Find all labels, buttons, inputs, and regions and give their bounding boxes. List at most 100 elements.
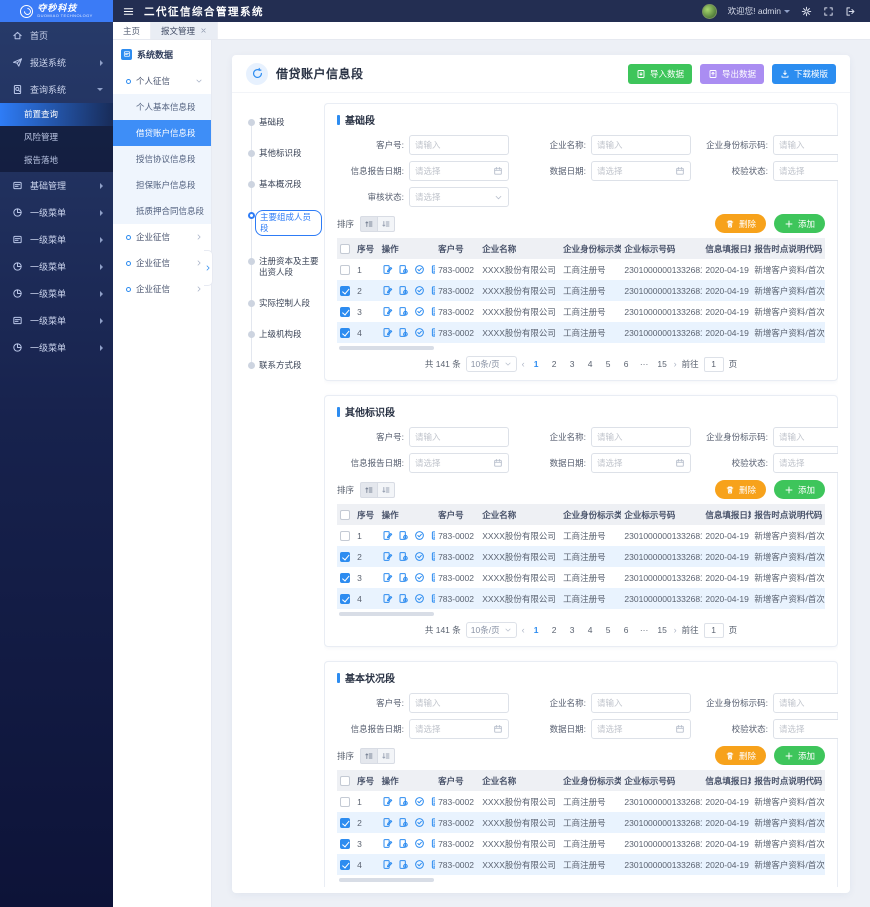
page-button-5[interactable]: 5 (602, 625, 615, 635)
view-doc-action-button[interactable] (398, 530, 409, 541)
tab-1[interactable]: 报文管理 (151, 22, 218, 39)
page-button-6[interactable]: 6 (620, 625, 633, 635)
view-doc-action-button[interactable] (398, 796, 409, 807)
hamburger-icon[interactable] (123, 6, 134, 17)
page-button-2[interactable]: 2 (548, 625, 561, 635)
edit-doc-action-button[interactable] (382, 572, 393, 583)
sort-asc-button[interactable] (360, 748, 378, 764)
page-button-15[interactable]: 15 (656, 625, 669, 635)
sidebar-subitem-2[interactable]: 报告落地 (0, 149, 113, 172)
text-input[interactable]: 请输入 (591, 427, 691, 447)
page-button-1[interactable]: 1 (530, 625, 543, 635)
anchor-item-1[interactable]: 其他标识段 (238, 148, 322, 159)
page-button-1[interactable]: 1 (530, 359, 543, 369)
page-button-5[interactable]: 5 (602, 359, 615, 369)
sidebar-item-9[interactable]: 一级菜单 (0, 334, 113, 361)
sidebar-item-3[interactable]: 基础管理 (0, 172, 113, 199)
check-circle-action-button[interactable] (414, 838, 425, 849)
page-button-3[interactable]: 3 (566, 359, 579, 369)
select-input[interactable]: 请选择 (773, 719, 838, 739)
check-circle-action-button[interactable] (414, 572, 425, 583)
sidebar-subitem-1[interactable]: 风险管理 (0, 126, 113, 149)
view-doc-action-button[interactable] (398, 572, 409, 583)
sidebar-subitem-0[interactable]: 前置查询 (0, 103, 113, 126)
check-circle-action-button[interactable] (414, 817, 425, 828)
tree-item-0[interactable]: 个人基本信息段 (113, 94, 211, 120)
check-circle-action-button[interactable] (414, 593, 425, 604)
tree-group-0[interactable]: 个人征信 (113, 68, 211, 94)
goto-page-input[interactable] (704, 623, 724, 638)
page-button-···[interactable]: ··· (638, 359, 651, 369)
row-checkbox[interactable] (340, 839, 350, 849)
text-input[interactable]: 请输入 (409, 693, 509, 713)
next-page-button[interactable]: › (674, 625, 677, 635)
record-action-button[interactable] (430, 817, 435, 828)
tree-item-1[interactable]: 借贷账户信息段 (113, 120, 211, 146)
select-input[interactable]: 请选择 (773, 161, 838, 181)
row-checkbox[interactable] (340, 307, 350, 317)
tree-item-4[interactable]: 抵质押合同信息段 (113, 198, 211, 224)
view-doc-action-button[interactable] (398, 817, 409, 828)
page-button-15[interactable]: 15 (656, 359, 669, 369)
record-action-button[interactable] (430, 859, 435, 870)
tab-0[interactable]: 主页 (113, 22, 151, 39)
date-picker[interactable]: 请选择 (409, 453, 509, 473)
logout-button[interactable] (845, 6, 856, 17)
check-circle-action-button[interactable] (414, 859, 425, 870)
date-picker[interactable]: 请选择 (591, 161, 691, 181)
anchor-item-5[interactable]: 实际控制人段 (238, 298, 322, 309)
sort-desc-button[interactable] (377, 748, 395, 764)
row-checkbox[interactable] (340, 265, 350, 275)
sidebar-item-1[interactable]: 报送系统 (0, 49, 113, 76)
page-size-select[interactable]: 10条/页 (466, 356, 517, 372)
date-picker[interactable]: 请选择 (591, 719, 691, 739)
record-action-button[interactable] (430, 796, 435, 807)
sort-desc-button[interactable] (377, 482, 395, 498)
text-input[interactable]: 请输入 (773, 693, 838, 713)
record-action-button[interactable] (430, 838, 435, 849)
view-doc-action-button[interactable] (398, 285, 409, 296)
check-circle-action-button[interactable] (414, 551, 425, 562)
check-circle-action-button[interactable] (414, 796, 425, 807)
check-circle-action-button[interactable] (414, 530, 425, 541)
view-doc-action-button[interactable] (398, 327, 409, 338)
prev-page-button[interactable]: ‹ (522, 359, 525, 369)
sidebar-item-0[interactable]: 首页 (0, 22, 113, 49)
row-checkbox[interactable] (340, 552, 350, 562)
page-button-4[interactable]: 4 (584, 625, 597, 635)
view-doc-action-button[interactable] (398, 264, 409, 275)
sidebar-item-8[interactable]: 一级菜单 (0, 307, 113, 334)
select-all-checkbox[interactable] (340, 244, 350, 254)
tree-item-2[interactable]: 授信协议信息段 (113, 146, 211, 172)
edit-doc-action-button[interactable] (382, 530, 393, 541)
anchor-item-0[interactable]: 基础段 (238, 117, 322, 128)
check-circle-action-button[interactable] (414, 306, 425, 317)
row-checkbox[interactable] (340, 573, 350, 583)
sort-asc-button[interactable] (360, 216, 378, 232)
user-avatar[interactable] (702, 4, 717, 19)
prev-page-button[interactable]: ‹ (522, 625, 525, 635)
date-picker[interactable]: 请选择 (591, 453, 691, 473)
record-action-button[interactable] (430, 572, 435, 583)
edit-doc-action-button[interactable] (382, 593, 393, 604)
select-all-checkbox[interactable] (340, 510, 350, 520)
add-button[interactable]: 添加 (774, 480, 825, 499)
record-action-button[interactable] (430, 264, 435, 275)
delete-button[interactable]: 删除 (715, 214, 766, 233)
sidebar-item-2[interactable]: 查询系统 (0, 76, 113, 103)
row-checkbox[interactable] (340, 328, 350, 338)
sort-desc-button[interactable] (377, 216, 395, 232)
tree-item-3[interactable]: 担保账户信息段 (113, 172, 211, 198)
edit-doc-action-button[interactable] (382, 859, 393, 870)
add-button[interactable]: 添加 (774, 214, 825, 233)
edit-doc-action-button[interactable] (382, 838, 393, 849)
sort-asc-button[interactable] (360, 482, 378, 498)
page-button-3[interactable]: 3 (566, 625, 579, 635)
view-doc-action-button[interactable] (398, 306, 409, 317)
tab-close-icon[interactable] (200, 27, 207, 34)
row-checkbox[interactable] (340, 594, 350, 604)
text-input[interactable]: 请输入 (773, 427, 838, 447)
edit-doc-action-button[interactable] (382, 551, 393, 562)
edit-doc-action-button[interactable] (382, 306, 393, 317)
page-button-···[interactable]: ··· (638, 625, 651, 635)
